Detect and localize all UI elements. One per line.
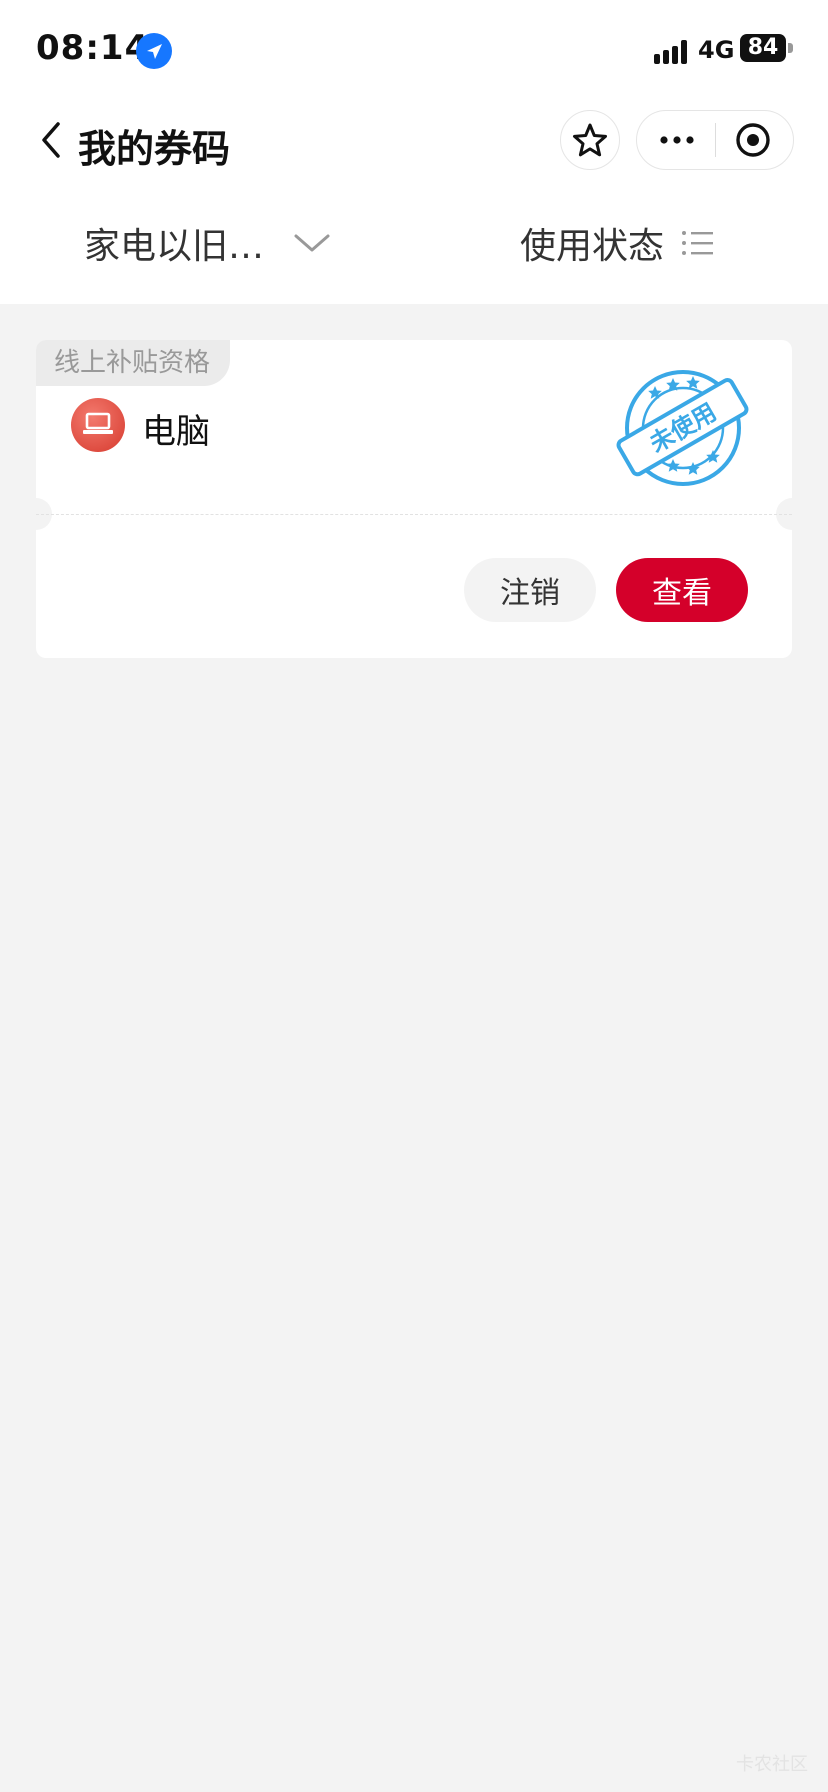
computer-icon — [71, 398, 125, 452]
status-filter[interactable]: 使用状态 — [520, 220, 716, 267]
unused-stamp: 未使用 — [616, 370, 749, 486]
close-miniprogram-button[interactable] — [716, 111, 794, 169]
category-filter[interactable]: 家电以旧… — [84, 220, 332, 267]
watermark: 卡农社区 — [736, 1754, 808, 1775]
back-arrow-icon[interactable] — [36, 118, 72, 162]
coupon-card: 线上补贴资格 电脑 未使用 注销 查看 — [36, 340, 792, 658]
network-type: 4G — [698, 36, 735, 64]
cancel-coupon-button[interactable]: 注销 — [464, 558, 596, 622]
favorite-button[interactable] — [560, 110, 620, 170]
more-dots-icon — [660, 136, 694, 144]
status-filter-label: 使用状态 — [520, 226, 665, 267]
page-title: 我的券码 — [78, 127, 231, 171]
location-arrow-icon — [136, 33, 172, 69]
status-time: 08:14 — [36, 28, 150, 68]
signal-icon — [654, 36, 690, 64]
list-icon — [682, 231, 714, 255]
star-icon — [573, 123, 607, 157]
header-area: 08:14 4G 84 我的券码 家电以旧… 使用状态 — [0, 0, 828, 304]
ticket-perforation — [36, 514, 792, 515]
more-button[interactable] — [637, 111, 715, 169]
target-icon — [736, 123, 770, 157]
capsule-menu — [636, 110, 794, 170]
battery-icon: 84 — [740, 34, 786, 62]
chevron-down-icon — [294, 234, 330, 252]
battery-cap — [788, 43, 793, 53]
view-coupon-button[interactable]: 查看 — [616, 558, 748, 622]
coupon-tag: 线上补贴资格 — [36, 340, 230, 386]
device-name: 电脑 — [142, 412, 210, 452]
category-filter-label: 家电以旧… — [84, 226, 265, 267]
